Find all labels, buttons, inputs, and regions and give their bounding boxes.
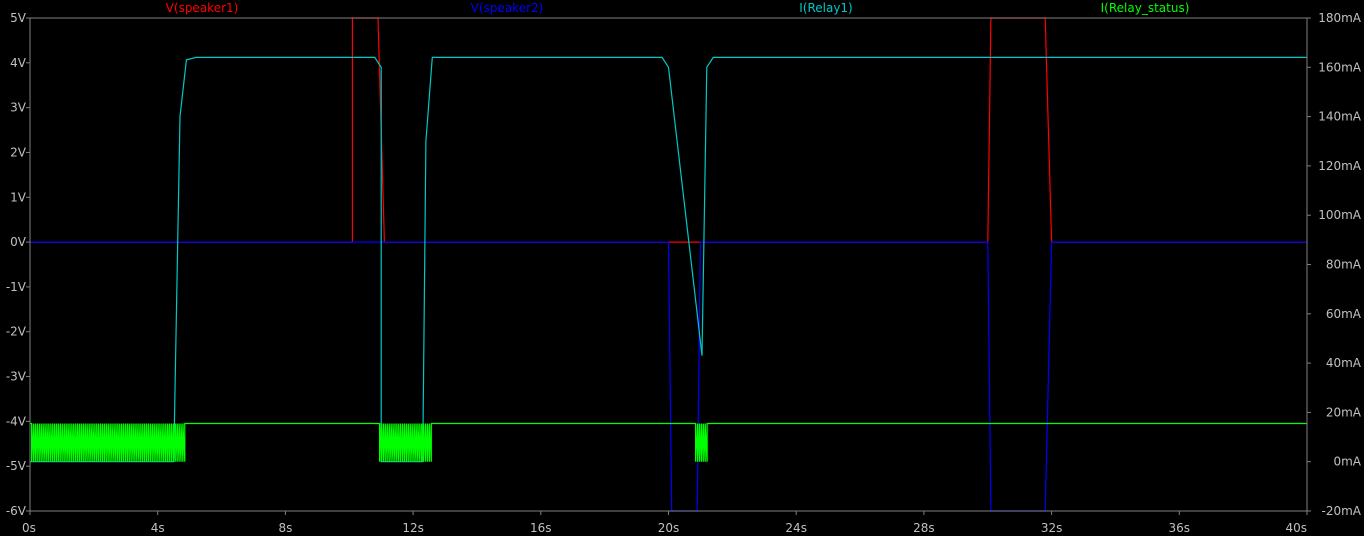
legend: V(speaker1) V(speaker2) I(Relay1) I(Relay_s… bbox=[166, 1, 1190, 15]
y-left-tick-label: -5V bbox=[6, 459, 27, 473]
y-left-tick-label: 1V bbox=[10, 190, 27, 204]
x-tick-label: 16s bbox=[530, 521, 552, 535]
legend-entry: V(speaker1) bbox=[166, 1, 239, 15]
y-right-tick-label: 160mA bbox=[1318, 60, 1362, 74]
x-tick-label: 4s bbox=[151, 521, 165, 535]
x-tick-label: 28s bbox=[913, 521, 935, 535]
y-right-tick-label: 100mA bbox=[1318, 208, 1362, 222]
y-right-tick-label: 180mA bbox=[1318, 11, 1362, 25]
series-line-i-relay-status- bbox=[30, 422, 1307, 462]
legend-entry: I(Relay_status) bbox=[1101, 1, 1190, 15]
x-tick-label: 40s bbox=[1285, 521, 1307, 535]
series-line-v-speaker2- bbox=[30, 241, 1307, 512]
y-right-tick-label: 20mA bbox=[1326, 405, 1362, 419]
y-right-tick-label: 0mA bbox=[1333, 455, 1361, 469]
x-axis-ticks: 0s 4s 8s 12s 16s 20s 24s 28s 32s 36s 40s bbox=[22, 511, 1308, 535]
y-right-tick-label: -20mA bbox=[1322, 504, 1362, 518]
y-right-tick-label: 120mA bbox=[1318, 159, 1362, 173]
y-left-tick-label: -4V bbox=[6, 414, 27, 428]
y-right-axis-ticks: -20mA 0mA 20mA 40mA 60mA 80mA 100mA 120mA 140mA 1… bbox=[1307, 11, 1362, 518]
y-left-axis-ticks: -6V -5V -4V -3V -2V -1V 0V 1V 2V 3V 4V 5V bbox=[6, 11, 30, 518]
x-tick-label: 8s bbox=[278, 521, 292, 535]
y-left-tick-label: 5V bbox=[10, 11, 27, 25]
legend-entry: I(Relay1) bbox=[799, 1, 853, 15]
y-right-tick-label: 60mA bbox=[1326, 307, 1362, 321]
x-tick-label: 36s bbox=[1169, 521, 1191, 535]
x-tick-label: 12s bbox=[402, 521, 424, 535]
y-left-tick-label: 4V bbox=[10, 56, 27, 70]
series-traces bbox=[30, 17, 1307, 512]
x-tick-label: 32s bbox=[1041, 521, 1063, 535]
y-left-tick-label: 2V bbox=[10, 145, 27, 159]
y-left-tick-label: -3V bbox=[6, 370, 27, 384]
x-tick-label: 20s bbox=[658, 521, 680, 535]
x-tick-label: 0s bbox=[22, 521, 36, 535]
legend-entry: V(speaker2) bbox=[471, 1, 544, 15]
y-right-tick-label: 140mA bbox=[1318, 110, 1362, 124]
y-right-tick-label: 40mA bbox=[1326, 356, 1362, 370]
x-tick-label: 24s bbox=[785, 521, 807, 535]
y-left-tick-label: -6V bbox=[6, 504, 27, 518]
y-left-tick-label: -2V bbox=[6, 325, 27, 339]
series-line-v-speaker1- bbox=[30, 17, 1307, 243]
y-right-tick-label: 80mA bbox=[1326, 258, 1362, 272]
y-left-tick-label: 0V bbox=[10, 235, 27, 249]
waveform-plot: V(speaker1) V(speaker2) I(Relay1) I(Relay_s… bbox=[6, 1, 1362, 535]
y-left-tick-label: 3V bbox=[10, 101, 27, 115]
y-left-tick-label: -1V bbox=[6, 280, 27, 294]
